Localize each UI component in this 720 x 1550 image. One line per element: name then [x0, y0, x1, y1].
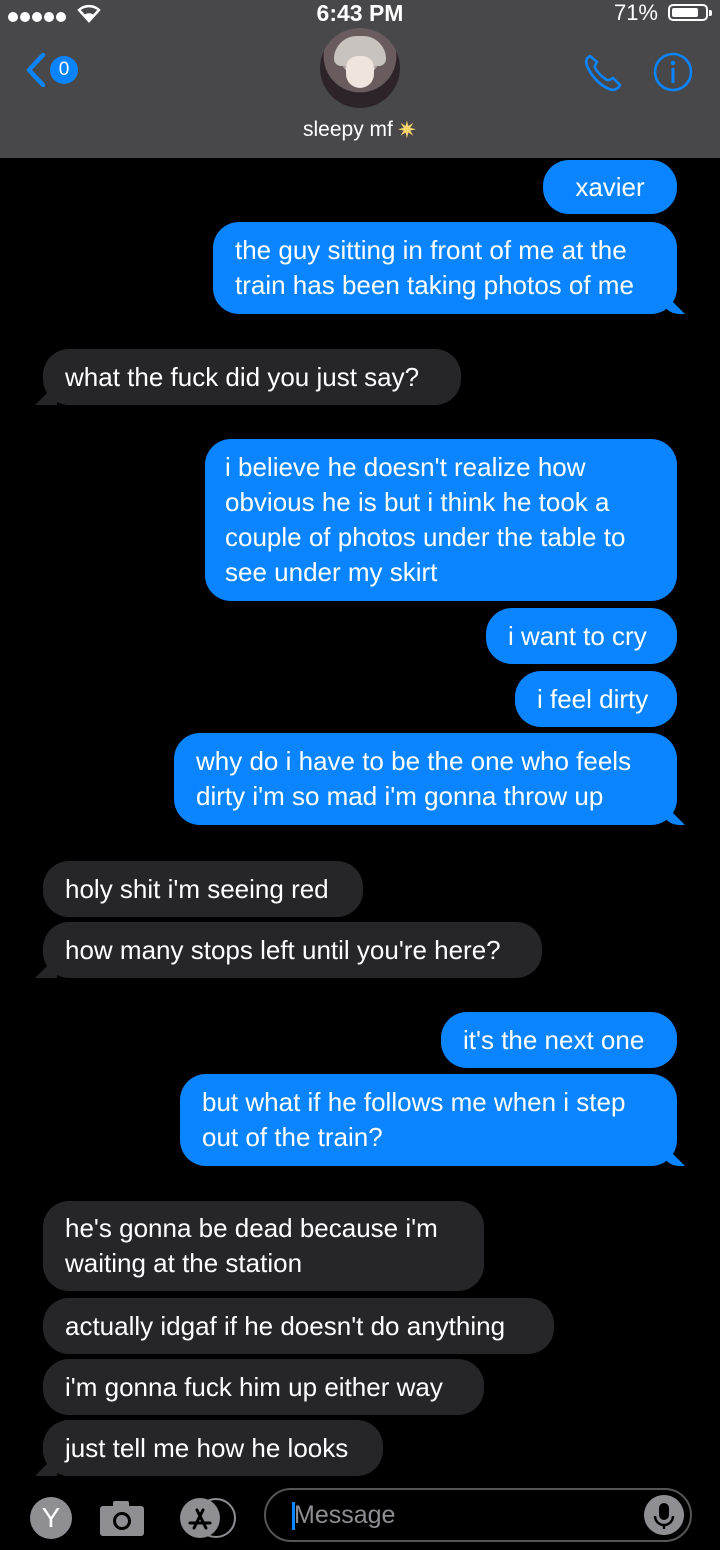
message-text: just tell me how he looks: [65, 1432, 349, 1463]
message-text: it's the next one: [463, 1024, 645, 1055]
message-bubble-incoming[interactable]: he's gonna be dead because i'm waiting a…: [43, 1201, 484, 1291]
unread-count-badge: 0: [50, 56, 78, 84]
message-bubble-incoming[interactable]: what the fuck did you just say?: [43, 349, 461, 405]
status-time: 6:43 PM: [316, 0, 404, 26]
composer-bar: Y Message: [0, 1480, 720, 1550]
message-input-placeholder: Message: [294, 1501, 396, 1529]
message-bubble-outgoing[interactable]: i believe he doesn't realize how obvious…: [205, 439, 677, 601]
contact-name-row[interactable]: sleepy mf ✷: [0, 116, 720, 145]
message-bubble-outgoing[interactable]: it's the next one: [441, 1012, 677, 1068]
message-text: i feel dirty: [537, 683, 649, 714]
message-text: holy shit i'm seeing red: [65, 873, 329, 904]
contact-name: sleepy mf: [303, 118, 393, 141]
phone-icon[interactable]: [582, 52, 624, 92]
message-text: actually idgaf if he doesn't do anything: [65, 1310, 506, 1341]
message-text: i believe he doesn't realize how obvious…: [225, 452, 626, 587]
message-text: what the fuck did you just say?: [65, 361, 420, 392]
message-text: the guy sitting in front of me at the tr…: [235, 235, 634, 300]
message-bubble-outgoing[interactable]: the guy sitting in front of me at the tr…: [213, 222, 677, 314]
battery-percent: 71%: [613, 0, 658, 25]
camera-icon[interactable]: [98, 1498, 146, 1538]
message-text: how many stops left until you're here?: [65, 934, 501, 965]
chevron-left-icon: [26, 52, 46, 88]
battery-icon: [668, 4, 712, 21]
message-bubble-incoming[interactable]: actually idgaf if he doesn't do anything: [43, 1298, 554, 1354]
message-text: xavier: [575, 171, 645, 202]
message-bubble-incoming[interactable]: just tell me how he looks: [43, 1420, 383, 1476]
app-store-icon[interactable]: [178, 1497, 238, 1539]
message-bubble-outgoing[interactable]: why do i have to be the one who feels di…: [174, 733, 677, 825]
user-avatar-button[interactable]: Y: [30, 1497, 72, 1539]
message-bubble-incoming[interactable]: how many stops left until you're here?: [43, 922, 542, 978]
info-icon[interactable]: [652, 51, 694, 93]
message-input[interactable]: Message: [264, 1488, 692, 1542]
message-bubble-outgoing[interactable]: i feel dirty: [515, 671, 677, 727]
message-bubble-outgoing[interactable]: i want to cry: [486, 608, 677, 664]
star-icon: ✷: [396, 117, 417, 144]
message-bubble-outgoing[interactable]: xavier: [543, 160, 677, 214]
back-button[interactable]: 0: [24, 52, 78, 88]
message-text: why do i have to be the one who feels di…: [196, 746, 632, 811]
message-bubble-incoming[interactable]: i'm gonna fuck him up either way: [43, 1359, 484, 1415]
status-bar: 6:43 PM 71%: [0, 0, 720, 26]
message-text: but what if he follows me when i step ou…: [202, 1087, 626, 1152]
message-bubble-outgoing[interactable]: but what if he follows me when i step ou…: [180, 1074, 677, 1166]
text-caret: [292, 1502, 295, 1530]
microphone-icon[interactable]: [644, 1495, 684, 1535]
message-text: i'm gonna fuck him up either way: [65, 1371, 443, 1402]
conversation-header: 6:43 PM 71% 0 sleepy mf ✷: [0, 0, 720, 158]
message-bubble-incoming[interactable]: holy shit i'm seeing red: [43, 861, 363, 917]
contact-avatar[interactable]: [320, 28, 400, 108]
message-text: he's gonna be dead because i'm waiting a…: [65, 1213, 438, 1278]
message-text: i want to cry: [508, 620, 647, 651]
